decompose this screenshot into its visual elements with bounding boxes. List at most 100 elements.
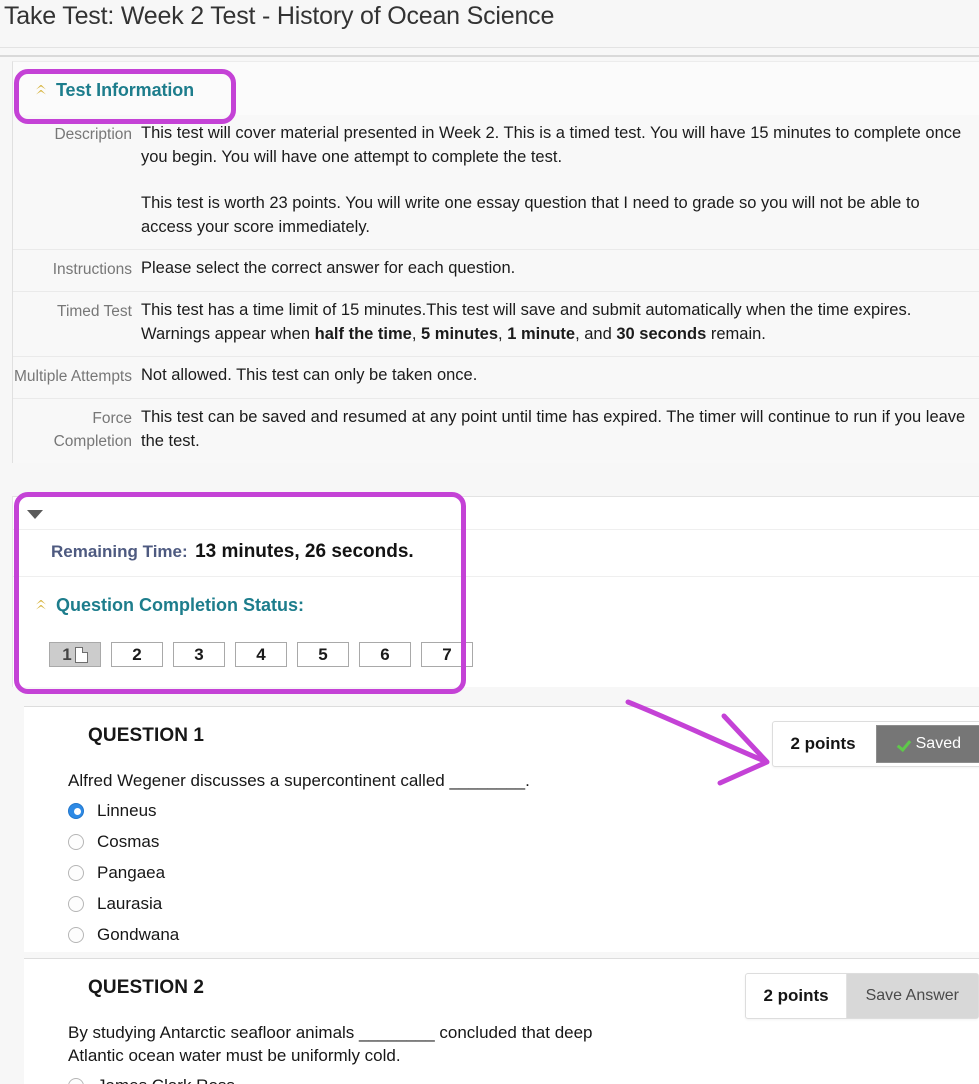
radio-pangaea[interactable] <box>68 864 84 881</box>
question-1-block: QUESTION 1 2 points Saved Alfred Wegener… <box>24 706 979 952</box>
save-answer-button-question-2[interactable]: Save Answer <box>845 974 978 1018</box>
info-row-value: Not allowed. This test can only be taken… <box>141 363 979 388</box>
info-row-timed-test: Timed Test This test has a time limit of… <box>13 291 979 356</box>
test-information-panel: Test Information Description This test w… <box>12 61 979 463</box>
warning-sep-1: , <box>411 325 422 343</box>
question-1-options: Linneus Cosmas Pangaea Laurasia Gondwana <box>24 792 979 950</box>
test-information-header[interactable]: Test Information <box>13 62 979 115</box>
timed-test-warning-5min: 5 minutes <box>421 325 499 343</box>
question-box-number: 3 <box>194 645 204 664</box>
save-answer-button-label: Save Answer <box>865 987 959 1004</box>
radio-cosmas[interactable] <box>68 833 84 850</box>
page-icon <box>74 646 88 663</box>
radio-gondwana[interactable] <box>68 926 84 943</box>
timed-test-line1: This test has a time limit of 15 minutes… <box>141 301 912 319</box>
title-divider-secondary <box>0 55 979 57</box>
timed-test-warning-1min: 1 minute <box>507 325 576 343</box>
info-row-multiple-attempts: Multiple Attempts Not allowed. This test… <box>13 356 979 398</box>
timed-test-warning-prefix: Warnings appear when <box>141 325 315 343</box>
question-2-block: QUESTION 2 2 points Save Answer By study… <box>24 958 979 1084</box>
warning-sep-3: , and <box>575 325 617 343</box>
info-row-label: Multiple Attempts <box>13 368 132 385</box>
chevron-up-icon <box>35 599 47 613</box>
test-information-label: Test Information <box>56 80 195 100</box>
option-label: Linneus <box>97 800 157 820</box>
radio-laurasia[interactable] <box>68 895 84 912</box>
info-row-description: Description This test will cover materia… <box>13 115 979 249</box>
triangle-down-icon[interactable] <box>27 509 43 519</box>
option-label: Gondwana <box>97 924 180 944</box>
timed-test-warning-30sec: 30 seconds <box>616 325 707 343</box>
description-paragraph-2: This test is worth 23 points. You will w… <box>141 194 920 236</box>
question-box-2[interactable]: 2 <box>111 642 163 667</box>
title-divider <box>0 47 979 48</box>
multiple-attempts-text: Not allowed. This test can only be taken… <box>141 366 478 384</box>
question-box-number: 4 <box>256 645 266 664</box>
option-label: Cosmas <box>97 831 160 851</box>
question-2-actions: 2 points Save Answer <box>745 973 979 1019</box>
question-1-actions: 2 points Saved <box>772 721 979 767</box>
force-completion-text: This test can be saved and resumed at an… <box>141 408 966 450</box>
question-box-number: 6 <box>380 645 390 664</box>
take-test-page: Take Test: Week 2 Test - History of Ocea… <box>0 0 979 1084</box>
info-row-label: Description <box>54 126 132 143</box>
radio-linneus[interactable] <box>68 802 84 819</box>
question-2-points: 2 points <box>763 986 829 1005</box>
page-title: Take Test: Week 2 Test - History of Ocea… <box>4 2 555 30</box>
question-1-points: 2 points <box>790 734 856 753</box>
info-row-value: This test will cover material presented … <box>141 121 979 239</box>
info-row-label: Timed Test <box>57 303 132 320</box>
instructions-text: Please select the correct answer for eac… <box>141 259 516 277</box>
warning-suffix: remain. <box>706 325 766 343</box>
option-label: James Clark Ross <box>97 1076 235 1084</box>
question-box-5[interactable]: 5 <box>297 642 349 667</box>
info-row-label: Instructions <box>52 261 132 278</box>
option-label: Laurasia <box>97 893 163 913</box>
warning-sep-2: , <box>498 325 508 343</box>
question-completion-status-label: Question Completion Status: <box>56 595 305 615</box>
question-2-text-line2: Atlantic ocean water must be uniformly c… <box>68 1046 401 1065</box>
info-row-force-completion: Force Completion This test can be saved … <box>13 398 979 463</box>
info-row-value: Please select the correct answer for eac… <box>141 256 979 281</box>
question-box-number: 5 <box>318 645 328 664</box>
remaining-time-row: Remaining Time: 13 minutes, 26 seconds. <box>13 530 979 577</box>
question-number-boxes: 1 2 3 4 5 6 7 <box>13 620 979 687</box>
question-box-number: 7 <box>442 645 452 664</box>
question-1-text: Alfred Wegener discusses a supercontinen… <box>68 771 530 790</box>
timer-bar-row <box>13 497 979 530</box>
description-paragraph-1: This test will cover material presented … <box>141 124 962 166</box>
remaining-time-label: Remaining Time: <box>51 542 188 561</box>
question-box-number: 1 <box>62 645 72 664</box>
option-label: Pangaea <box>97 862 166 882</box>
option-gondwana[interactable]: Gondwana <box>68 919 979 950</box>
info-row-instructions: Instructions Please select the correct a… <box>13 249 979 291</box>
saved-button-question-1[interactable]: Saved <box>875 725 979 763</box>
question-2-text: By studying Antarctic seafloor animals _… <box>24 999 664 1067</box>
question-2-options: James Clark Ross <box>24 1067 979 1084</box>
option-pangaea[interactable]: Pangaea <box>68 857 979 888</box>
question-box-number: 2 <box>132 645 142 664</box>
saved-button-label: Saved <box>915 735 961 752</box>
info-row-label: Force Completion <box>53 410 132 450</box>
question-box-1[interactable]: 1 <box>49 642 101 667</box>
chevron-up-icon <box>35 84 47 98</box>
question-box-4[interactable]: 4 <box>235 642 287 667</box>
question-completion-status-header[interactable]: Question Completion Status: <box>13 577 979 620</box>
remaining-time-value: 13 minutes, 26 seconds. <box>195 541 414 562</box>
test-information-rows: Description This test will cover materia… <box>13 115 979 463</box>
option-james-clark-ross[interactable]: James Clark Ross <box>68 1070 979 1084</box>
question-2-text-line1: By studying Antarctic seafloor animals _… <box>68 1023 593 1042</box>
question-box-3[interactable]: 3 <box>173 642 225 667</box>
option-linneus[interactable]: Linneus <box>68 795 979 826</box>
timer-progress-bar <box>52 509 352 519</box>
option-cosmas[interactable]: Cosmas <box>68 826 979 857</box>
green-check-icon <box>896 738 909 751</box>
timer-and-status-panel: Remaining Time: 13 minutes, 26 seconds. … <box>12 496 979 687</box>
info-row-value: This test has a time limit of 15 minutes… <box>141 298 979 346</box>
timed-test-warning-half: half the time <box>314 325 412 343</box>
radio-james-clark-ross[interactable] <box>68 1077 84 1084</box>
question-box-7[interactable]: 7 <box>421 642 473 667</box>
option-laurasia[interactable]: Laurasia <box>68 888 979 919</box>
info-row-value: This test can be saved and resumed at an… <box>141 405 979 453</box>
question-box-6[interactable]: 6 <box>359 642 411 667</box>
